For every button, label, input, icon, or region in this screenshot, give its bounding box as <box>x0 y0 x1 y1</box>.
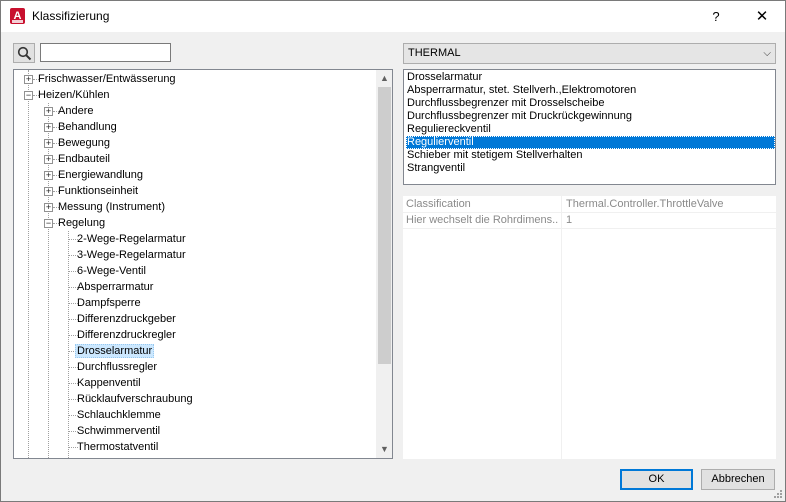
expand-icon[interactable]: + <box>44 187 53 196</box>
tree-item-label: Bewegung <box>58 137 110 149</box>
scroll-up-icon[interactable]: ▲ <box>376 70 392 87</box>
listbox-item[interactable]: Durchflussbegrenzer mit Drosselscheibe <box>406 97 775 110</box>
tree-item[interactable]: Frischwasser/Entwässerung <box>36 71 178 87</box>
tree-item[interactable]: Regelung <box>56 215 107 231</box>
tree-item[interactable]: Schlauchklemme <box>75 407 163 423</box>
resize-grip-icon[interactable] <box>773 489 783 499</box>
tree-item-label: Drosselarmatur <box>75 344 155 358</box>
tree-item[interactable]: Messung (Instrument) <box>56 199 167 215</box>
tree-item[interactable]: Energiewandlung <box>56 167 145 183</box>
collapse-icon[interactable]: − <box>24 91 33 100</box>
scrollbar-thumb[interactable] <box>378 87 391 364</box>
tree-item-label: Kappenventil <box>77 377 141 389</box>
tree-item[interactable]: Kappenventil <box>75 375 143 391</box>
tree-item-label: Dampfsperre <box>77 297 141 309</box>
property-key: Classification <box>406 198 471 210</box>
expand-icon[interactable]: + <box>44 171 53 180</box>
tree-item-label: 6-Wege-Ventil <box>77 265 146 277</box>
help-button[interactable]: ? <box>693 1 739 32</box>
tree-item[interactable]: 6-Wege-Ventil <box>75 263 148 279</box>
expand-icon[interactable]: + <box>24 75 33 84</box>
tree-item-label: Rücklaufverschraubung <box>77 393 193 405</box>
property-column-divider <box>561 196 562 459</box>
property-value: Thermal.Controller.ThrottleValve <box>566 198 724 210</box>
tree-item[interactable]: Dampfsperre <box>75 295 143 311</box>
tree-item[interactable]: Funktionseinheit <box>56 183 140 199</box>
scroll-down-icon[interactable]: ▼ <box>376 441 392 458</box>
tree-item-label: Differenzdruckgeber <box>77 313 176 325</box>
classification-dialog: A Klassifizierung ? ✕ + Frischwasser/Entw… <box>0 0 786 502</box>
property-value: 1 <box>566 214 573 226</box>
tree-item[interactable]: Andere <box>56 103 95 119</box>
listbox-item[interactable]: Reguliereckventil <box>406 123 775 136</box>
dropdown-value: THERMAL <box>408 47 461 59</box>
tree-item-label: Energiewandlung <box>58 169 144 181</box>
window-title: Klassifizierung <box>32 9 110 23</box>
tree-guide-line <box>68 231 69 458</box>
tree-item-label: Heizen/Kühlen <box>38 89 110 101</box>
tree-item[interactable]: 3-Wege-Regelarmatur <box>75 247 188 263</box>
expand-icon[interactable]: + <box>44 139 53 148</box>
listbox-item[interactable]: Strangventil <box>406 162 775 175</box>
expand-icon[interactable]: + <box>44 203 53 212</box>
tree-item[interactable]: Differenzdruckgeber <box>75 311 178 327</box>
title-bar: A Klassifizierung ? ✕ <box>1 1 785 32</box>
search-input[interactable] <box>40 43 171 62</box>
classification-tree[interactable]: + Frischwasser/Entwässerung − Heizen/Kühlen… <box>13 69 393 459</box>
tree-guide-line <box>28 70 29 458</box>
close-button[interactable]: ✕ <box>739 1 785 32</box>
listbox-item[interactable]: Schieber mit stetigem Stellverhalten <box>406 149 775 162</box>
tree-item-label: Absperrarmatur <box>77 281 154 293</box>
tree-item[interactable]: Rücklaufverschraubung <box>75 391 195 407</box>
search-icon <box>17 46 32 61</box>
tree-item[interactable]: Behandlung <box>56 119 119 135</box>
listbox-item[interactable]: Absperrarmatur, stet. Stellverh.,Elektro… <box>406 84 775 97</box>
tree-item-label: Schwimmerventil <box>77 425 161 437</box>
tree-item[interactable]: Absperrarmatur <box>75 279 155 295</box>
tree-item[interactable]: 2-Wege-Regelarmatur <box>75 231 188 247</box>
category-dropdown[interactable]: THERMAL ⌵ <box>403 43 776 64</box>
tree-item[interactable]: Thermostatventil <box>75 439 160 455</box>
tree-scrollbar[interactable]: ▲ ▼ <box>376 70 392 458</box>
expand-icon[interactable]: + <box>44 155 53 164</box>
chevron-down-icon: ⌵ <box>763 48 771 59</box>
property-row[interactable]: Classification Thermal.Controller.Throttl… <box>403 196 776 213</box>
autocad-app-icon: A <box>10 8 25 24</box>
collapse-icon[interactable]: − <box>44 219 53 228</box>
cancel-button[interactable]: Abbrechen <box>701 469 775 490</box>
property-key: Hier wechselt die Rohrdimens... <box>406 214 558 226</box>
classification-listbox[interactable]: Drosselarmatur Absperrarmatur, stet. Stel… <box>403 69 776 185</box>
tree-item-label: Frischwasser/Entwässerung <box>38 73 176 85</box>
tree-item-label: 2-Wege-Regelarmatur <box>77 233 186 245</box>
listbox-item[interactable]: Drosselarmatur <box>406 71 775 84</box>
tree-item-label: Regelung <box>58 217 106 229</box>
tree-item[interactable]: Endbauteil <box>56 151 112 167</box>
tree-item-label: Messung (Instrument) <box>58 201 165 213</box>
tree-item-label: Behandlung <box>58 121 117 133</box>
property-grid: Classification Thermal.Controller.Throttl… <box>403 196 776 459</box>
tree-item-label: Durchflussregler <box>77 361 158 373</box>
ok-button[interactable]: OK <box>620 469 693 490</box>
tree-item-label: Andere <box>58 105 94 117</box>
tree-content: + Frischwasser/Entwässerung − Heizen/Kühlen… <box>14 70 376 458</box>
tree-item-label: Schlauchklemme <box>77 409 161 421</box>
listbox-item[interactable]: Regulierventil <box>406 136 775 149</box>
tree-item[interactable]: Schwimmerventil <box>75 423 162 439</box>
listbox-item[interactable]: Durchflussbegrenzer mit Druckrückgewinnu… <box>406 110 775 123</box>
tree-item-label: Differenzdruckregler <box>77 329 176 341</box>
search-button[interactable] <box>13 43 35 63</box>
tree-item-label: Thermostatventil <box>77 441 159 453</box>
tree-item-label: Endbauteil <box>58 153 110 165</box>
expand-icon[interactable]: + <box>44 123 53 132</box>
property-row[interactable]: Hier wechselt die Rohrdimens... 1 <box>403 212 776 229</box>
tree-item[interactable]: Heizen/Kühlen <box>36 87 112 103</box>
expand-icon[interactable]: + <box>44 107 53 116</box>
tree-item[interactable]: Durchflussregler <box>75 359 159 375</box>
tree-item-label: Funktionseinheit <box>58 185 139 197</box>
tree-item[interactable]: Drosselarmatur <box>75 343 155 359</box>
tree-item[interactable]: Differenzdruckregler <box>75 327 178 343</box>
tree-item-label: 3-Wege-Regelarmatur <box>77 249 186 261</box>
tree-item[interactable]: Bewegung <box>56 135 112 151</box>
